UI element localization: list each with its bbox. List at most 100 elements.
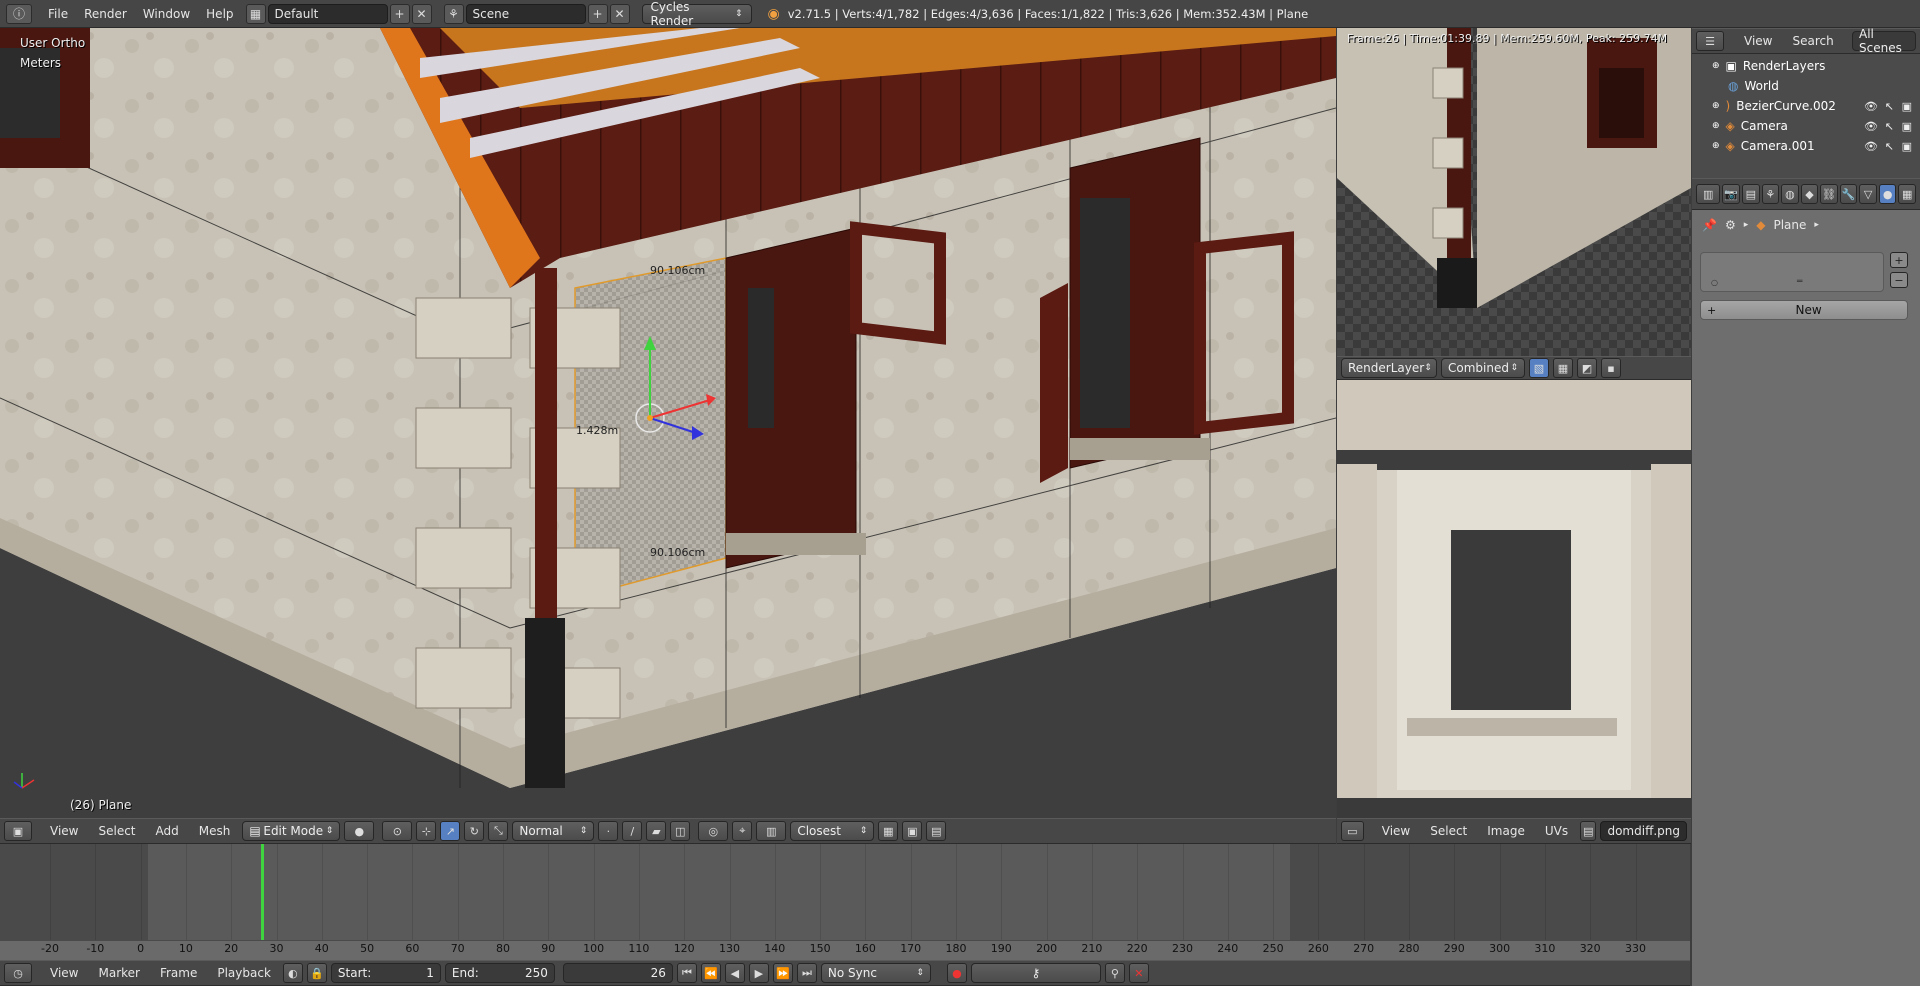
timeline-editor[interactable]: -20 -10 0 10 20 30 40 50 60 70 80 90 100 110 120 130 140… [0, 844, 1690, 960]
transform-orientation-dropdown[interactable]: Normal ⇕ [512, 821, 595, 841]
outliner-item-renderlayers[interactable]: ⊕ ▣ RenderLayers [1712, 56, 1920, 76]
menu-window[interactable]: Window [135, 7, 198, 21]
timeline-ruler[interactable] [0, 940, 1690, 960]
selectable-cursor-icon[interactable]: ↖ [1885, 100, 1894, 113]
outliner-item-camera-001[interactable]: ⊕ ◈ Camera.001 👁 ↖ ▣ [1712, 136, 1920, 156]
insert-keyframe-icon[interactable]: ⚲ [1104, 963, 1125, 983]
tab-render-layers-icon[interactable]: ▤ [1742, 184, 1760, 204]
tab-object-icon[interactable]: ◆ [1800, 184, 1819, 204]
tab-modifiers-icon[interactable]: 🔧 [1839, 184, 1858, 204]
delete-keyframe-icon[interactable]: ✕ [1128, 963, 1149, 983]
add-scene-icon[interactable]: + [587, 3, 608, 24]
tab-world-icon[interactable]: ◍ [1781, 184, 1799, 204]
viewport-shading-icon[interactable]: ● [344, 821, 375, 841]
remove-scene-icon[interactable]: ✕ [609, 3, 630, 24]
prev-keyframe-icon[interactable]: ⏪ [700, 963, 721, 983]
uv-image-editor[interactable] [1337, 380, 1691, 818]
expand-icon[interactable]: ⊕ [1712, 141, 1720, 151]
proportional-edit-icon[interactable]: ◎ [698, 821, 729, 841]
editor-type-outliner-icon[interactable]: ☰ [1696, 31, 1724, 51]
outliner-item-beziercurve[interactable]: ⊕ ) BezierCurve.002 👁 ↖ ▣ [1712, 96, 1920, 116]
expand-icon[interactable]: ⊕ [1712, 121, 1720, 131]
menu-file[interactable]: File [40, 7, 76, 21]
display-alpha-icon[interactable]: ▦ [1553, 358, 1573, 378]
edge-select-icon[interactable]: / [622, 821, 643, 841]
image-browse-icon[interactable]: ▤ [1580, 821, 1597, 841]
list-filter-icon[interactable]: ○ [1711, 278, 1718, 287]
lock-range-icon[interactable]: 🔒 [306, 963, 327, 983]
next-keyframe-icon[interactable]: ⏩ [772, 963, 793, 983]
scene-field[interactable]: Scene [465, 3, 586, 24]
render-still-icon[interactable]: ▦ [878, 821, 899, 841]
display-channels-icon[interactable]: ▪ [1601, 358, 1621, 378]
menu-image[interactable]: Image [1479, 824, 1533, 838]
render-camera-icon[interactable]: ▣ [1902, 140, 1912, 153]
render-pass-dropdown[interactable]: Combined ⇕ [1441, 358, 1525, 378]
start-frame-field[interactable]: Start: 1 [330, 963, 441, 983]
menu-search[interactable]: Search [1784, 34, 1841, 48]
menu-help[interactable]: Help [198, 7, 241, 21]
display-z-icon[interactable]: ◩ [1577, 358, 1597, 378]
manipulator-toggle-icon[interactable]: ⊹ [416, 821, 437, 841]
tab-render-icon[interactable]: 📷 [1722, 184, 1741, 204]
snap-element-icon[interactable]: ▥ [756, 821, 787, 841]
menu-frame[interactable]: Frame [152, 966, 205, 980]
expand-icon[interactable]: ⊕ [1712, 61, 1720, 71]
opengl-render-icon[interactable]: ▣ [902, 821, 923, 841]
visibility-eye-icon[interactable]: 👁 [1864, 140, 1878, 153]
outliner[interactable]: ☰ View Search All Scenes ⊕ ▣ RenderLayer… [1692, 27, 1920, 178]
tab-texture-icon[interactable]: ▦ [1898, 184, 1916, 204]
menu-mesh[interactable]: Mesh [191, 824, 239, 838]
visibility-eye-icon[interactable]: 👁 [1864, 100, 1878, 113]
outliner-item-camera[interactable]: ⊕ ◈ Camera 👁 ↖ ▣ [1712, 116, 1920, 136]
current-frame-field[interactable]: 26 [562, 963, 673, 983]
editor-type-image-icon[interactable]: ▭ [1341, 821, 1364, 841]
vertex-select-icon[interactable]: · [598, 821, 619, 841]
menu-select[interactable]: Select [1422, 824, 1475, 838]
selectable-cursor-icon[interactable]: ↖ [1885, 140, 1894, 153]
screen-layout-field[interactable]: Default [267, 3, 388, 24]
menu-playback[interactable]: Playback [209, 966, 279, 980]
end-frame-field[interactable]: End: 250 [444, 963, 555, 983]
list-resize-grip-icon[interactable]: ═ [1797, 277, 1802, 287]
rotate-manipulator-icon[interactable]: ↻ [464, 821, 485, 841]
material-slot-list[interactable]: ○ ═ [1700, 252, 1884, 292]
image-name-field[interactable]: domdiff.png [1600, 821, 1687, 841]
menu-uvs[interactable]: UVs [1537, 824, 1576, 838]
occlude-geometry-icon[interactable]: ◫ [670, 821, 691, 841]
render-camera-icon[interactable]: ▣ [1902, 120, 1912, 133]
remove-material-slot-icon[interactable]: − [1890, 272, 1908, 288]
tab-scene-icon[interactable]: ⚘ [1761, 184, 1780, 204]
selectable-cursor-icon[interactable]: ↖ [1885, 120, 1894, 133]
menu-view[interactable]: View [42, 824, 86, 838]
editor-type-3d-icon[interactable]: ▣ [4, 821, 32, 841]
tab-material-icon[interactable]: ● [1878, 184, 1897, 204]
outliner-filter-dropdown[interactable]: All Scenes [1852, 27, 1916, 55]
jump-start-icon[interactable]: ⏮ [676, 963, 697, 983]
menu-view[interactable]: View [1736, 34, 1780, 48]
outliner-item-world[interactable]: ◍ World [1712, 76, 1920, 96]
render-preview-viewport[interactable]: Frame:26 | Time:01:39.89 | Mem:259.60M, … [1337, 28, 1691, 356]
keying-set-field[interactable]: ⚷ [970, 963, 1101, 983]
menu-add[interactable]: Add [148, 824, 187, 838]
render-camera-icon[interactable]: ▣ [1902, 100, 1912, 113]
menu-view[interactable]: View [1374, 824, 1418, 838]
editor-type-properties-icon[interactable]: ▥ [1696, 184, 1721, 204]
new-material-button[interactable]: + New [1700, 300, 1908, 320]
menu-render[interactable]: Render [76, 7, 135, 21]
remove-layout-icon[interactable]: ✕ [411, 3, 432, 24]
timeline-playhead[interactable] [261, 844, 264, 940]
preview-range-icon[interactable]: ◐ [282, 963, 303, 983]
jump-end-icon[interactable]: ⏭ [796, 963, 817, 983]
tab-constraints-icon[interactable]: ⛓ [1820, 184, 1838, 204]
opengl-anim-icon[interactable]: ▤ [926, 821, 947, 841]
translate-manipulator-icon[interactable]: ↗ [440, 821, 461, 841]
pin-icon[interactable]: 📌 [1702, 218, 1717, 232]
add-material-slot-icon[interactable]: + [1890, 252, 1908, 268]
display-color-alpha-icon[interactable]: ▧ [1529, 358, 1549, 378]
render-engine-dropdown[interactable]: Cycles Render ⇕ [641, 0, 752, 28]
play-icon[interactable]: ▶ [748, 963, 769, 983]
info-editor-type-icon[interactable]: ⓘ [6, 3, 32, 24]
properties-editor[interactable]: ▥ 📷 ▤ ⚘ ◍ ◆ ⛓ 🔧 ▽ ● ▦ 📌 ⚙ ▸ ◆ Plane ▸ ○ … [1692, 178, 1920, 986]
visibility-eye-icon[interactable]: 👁 [1864, 120, 1878, 133]
